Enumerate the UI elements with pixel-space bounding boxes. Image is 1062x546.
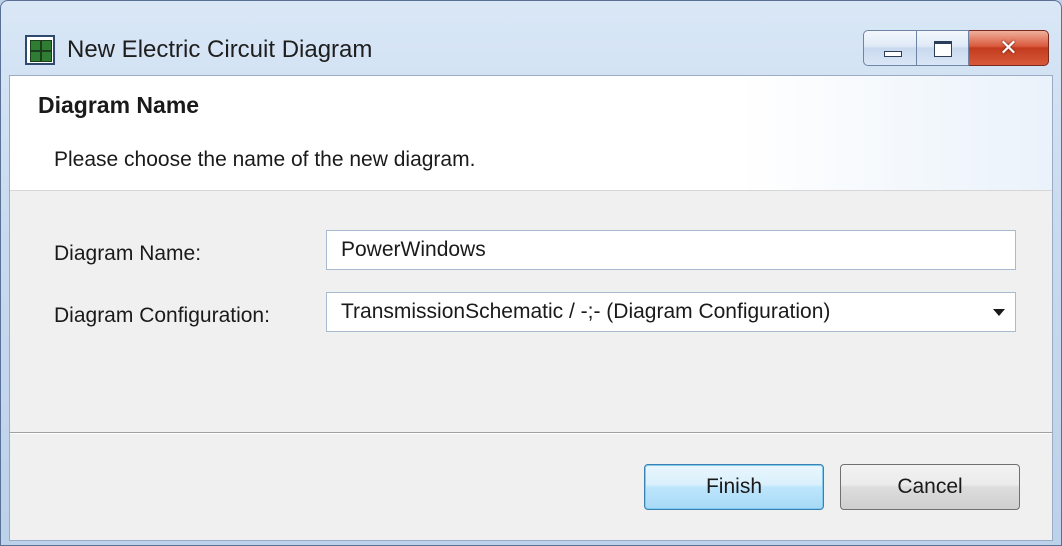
window-title: New Electric Circuit Diagram — [67, 36, 373, 63]
minimize-icon — [884, 51, 902, 57]
window-controls: ✕ — [863, 30, 1049, 66]
dialog-window: New Electric Circuit Diagram ✕ Diagram N… — [0, 0, 1062, 546]
close-button[interactable]: ✕ — [969, 30, 1049, 66]
minimize-button[interactable] — [863, 30, 917, 66]
banner-title: Diagram Name — [38, 92, 200, 118]
wizard-banner: Diagram Name Please choose the name of t… — [10, 76, 1052, 191]
diagram-configuration-value: TransmissionSchematic / -;- (Diagram Con… — [341, 300, 831, 323]
banner-description: Please choose the name of the new diagra… — [54, 148, 476, 171]
cancel-button[interactable]: Cancel — [840, 464, 1020, 510]
title-bar[interactable]: New Electric Circuit Diagram ✕ — [1, 1, 1061, 75]
diagram-grid-icon — [25, 35, 55, 65]
finish-button[interactable]: Finish — [644, 464, 824, 510]
maximize-button[interactable] — [917, 30, 969, 66]
chevron-down-icon[interactable] — [993, 309, 1005, 316]
maximize-icon — [934, 41, 952, 57]
diagram-configuration-select[interactable]: TransmissionSchematic / -;- (Diagram Con… — [326, 292, 1016, 332]
diagram-configuration-label: Diagram Configuration: — [54, 304, 270, 327]
button-separator — [10, 432, 1052, 434]
diagram-name-input[interactable] — [326, 230, 1016, 270]
diagram-name-label: Diagram Name: — [54, 242, 202, 265]
close-icon: ✕ — [999, 35, 1018, 60]
dialog-content: Diagram Name Please choose the name of t… — [9, 75, 1053, 541]
